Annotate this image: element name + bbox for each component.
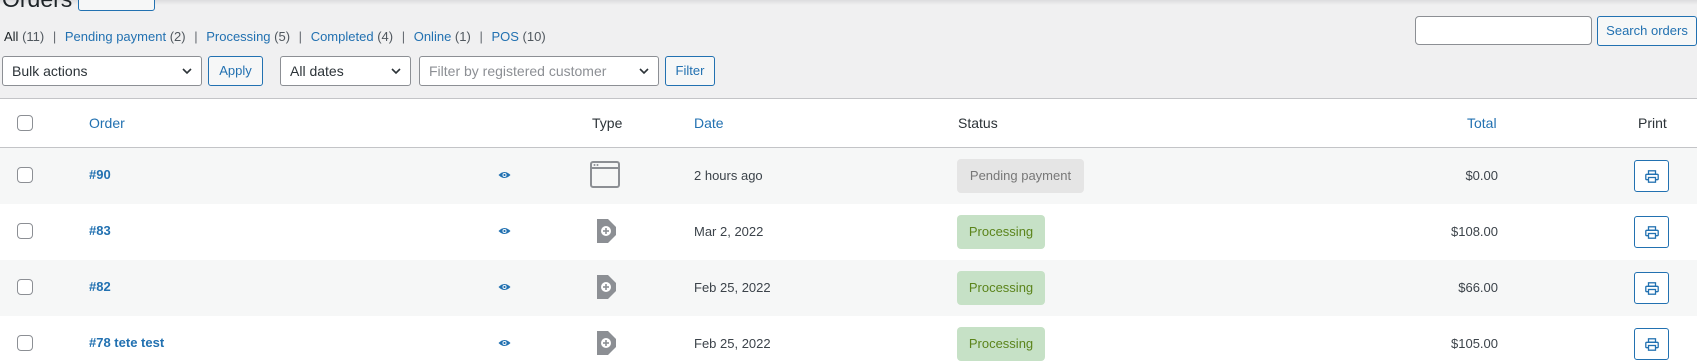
order-date: Feb 25, 2022 bbox=[694, 336, 771, 351]
search-orders-button[interactable]: Search orders bbox=[1597, 16, 1697, 46]
order-date: Mar 2, 2022 bbox=[694, 224, 764, 239]
view-completed-count: (4) bbox=[377, 29, 394, 44]
bulk-actions-select[interactable]: Bulk actions bbox=[2, 56, 202, 86]
order-date: 2 hours ago bbox=[694, 168, 763, 183]
order-total: $0.00 bbox=[1465, 168, 1498, 183]
table-header: Order Type Date Status Total Print bbox=[0, 99, 1697, 148]
view-pending-payment[interactable]: Pending payment bbox=[65, 29, 166, 44]
apply-button[interactable]: Apply bbox=[208, 56, 263, 86]
status-badge: Processing bbox=[957, 271, 1045, 305]
row-checkbox[interactable] bbox=[17, 167, 33, 183]
column-total[interactable]: Total bbox=[1467, 115, 1497, 131]
printer-icon bbox=[1645, 338, 1659, 351]
chevron-down-icon bbox=[391, 68, 401, 75]
column-status: Status bbox=[958, 115, 998, 131]
browser-window-icon bbox=[590, 161, 620, 188]
column-date[interactable]: Date bbox=[694, 115, 724, 131]
eye-icon[interactable] bbox=[498, 226, 511, 236]
chevron-down-icon bbox=[639, 68, 649, 75]
view-online[interactable]: Online bbox=[414, 29, 452, 44]
view-processing-count: (5) bbox=[274, 29, 291, 44]
table-row: #83 Mar 2, 2022 Processing $108.00 bbox=[0, 204, 1697, 260]
customer-filter-placeholder: Filter by registered customer bbox=[429, 63, 607, 79]
orders-table: Order Type Date Status Total Print #90 2… bbox=[0, 98, 1697, 363]
view-separator: | bbox=[52, 29, 57, 44]
bulk-actions-value: Bulk actions bbox=[12, 63, 88, 79]
column-order[interactable]: Order bbox=[89, 115, 125, 131]
print-button[interactable] bbox=[1634, 328, 1669, 360]
row-checkbox[interactable] bbox=[17, 335, 33, 351]
column-print: Print bbox=[1638, 115, 1667, 131]
print-button[interactable] bbox=[1634, 160, 1669, 192]
view-completed[interactable]: Completed bbox=[311, 29, 374, 44]
order-total: $66.00 bbox=[1458, 280, 1498, 295]
order-total: $105.00 bbox=[1451, 336, 1498, 351]
eye-icon[interactable] bbox=[498, 338, 511, 348]
status-badge: Pending payment bbox=[957, 159, 1084, 193]
view-pos-count: (10) bbox=[522, 29, 546, 44]
view-online-count: (1) bbox=[454, 29, 471, 44]
dates-select[interactable]: All dates bbox=[280, 56, 411, 86]
print-button[interactable] bbox=[1634, 272, 1669, 304]
eye-icon[interactable] bbox=[498, 170, 511, 180]
order-link[interactable]: #82 bbox=[89, 279, 111, 294]
printer-icon bbox=[1645, 282, 1659, 295]
order-link[interactable]: #83 bbox=[89, 223, 111, 238]
order-total: $108.00 bbox=[1451, 224, 1498, 239]
row-checkbox[interactable] bbox=[17, 279, 33, 295]
status-badge: Processing bbox=[957, 327, 1045, 361]
view-pos[interactable]: POS bbox=[491, 29, 518, 44]
column-type: Type bbox=[592, 115, 623, 131]
search-orders-input[interactable] bbox=[1415, 16, 1592, 45]
customer-filter-select[interactable]: Filter by registered customer bbox=[419, 56, 659, 86]
select-all-checkbox[interactable] bbox=[17, 115, 33, 131]
page-title: Orders bbox=[2, 0, 72, 13]
filter-button[interactable]: Filter bbox=[665, 56, 715, 86]
order-date: Feb 25, 2022 bbox=[694, 280, 771, 295]
printer-icon bbox=[1645, 226, 1659, 239]
pos-tag-icon bbox=[597, 219, 616, 243]
order-link[interactable]: #78 tete test bbox=[89, 335, 164, 350]
table-row: #78 tete test Feb 25, 2022 Processing $1… bbox=[0, 316, 1697, 363]
pos-tag-icon bbox=[597, 331, 616, 355]
add-order-button[interactable] bbox=[78, 0, 155, 11]
order-link[interactable]: #90 bbox=[89, 167, 111, 182]
view-separator: | bbox=[298, 29, 303, 44]
view-separator: | bbox=[401, 29, 406, 44]
view-pending-payment-count: (2) bbox=[169, 29, 186, 44]
dates-value: All dates bbox=[290, 63, 344, 79]
eye-icon[interactable] bbox=[498, 282, 511, 292]
order-status-views: All (11) | Pending payment (2) | Process… bbox=[4, 29, 546, 44]
view-separator: | bbox=[479, 29, 483, 44]
view-all-count: (11) bbox=[22, 29, 45, 44]
printer-icon bbox=[1645, 170, 1659, 183]
pos-tag-icon bbox=[597, 275, 616, 299]
chevron-down-icon bbox=[182, 68, 192, 75]
print-button[interactable] bbox=[1634, 216, 1669, 248]
admin-bar-shadow bbox=[0, 0, 1697, 5]
row-checkbox[interactable] bbox=[17, 223, 33, 239]
view-separator: | bbox=[194, 29, 198, 44]
table-row: #82 Feb 25, 2022 Processing $66.00 bbox=[0, 260, 1697, 316]
view-processing[interactable]: Processing bbox=[206, 29, 270, 44]
table-row: #90 2 hours ago Pending payment $0.00 bbox=[0, 148, 1697, 204]
view-all-label[interactable]: All bbox=[4, 29, 18, 44]
status-badge: Processing bbox=[957, 215, 1045, 249]
